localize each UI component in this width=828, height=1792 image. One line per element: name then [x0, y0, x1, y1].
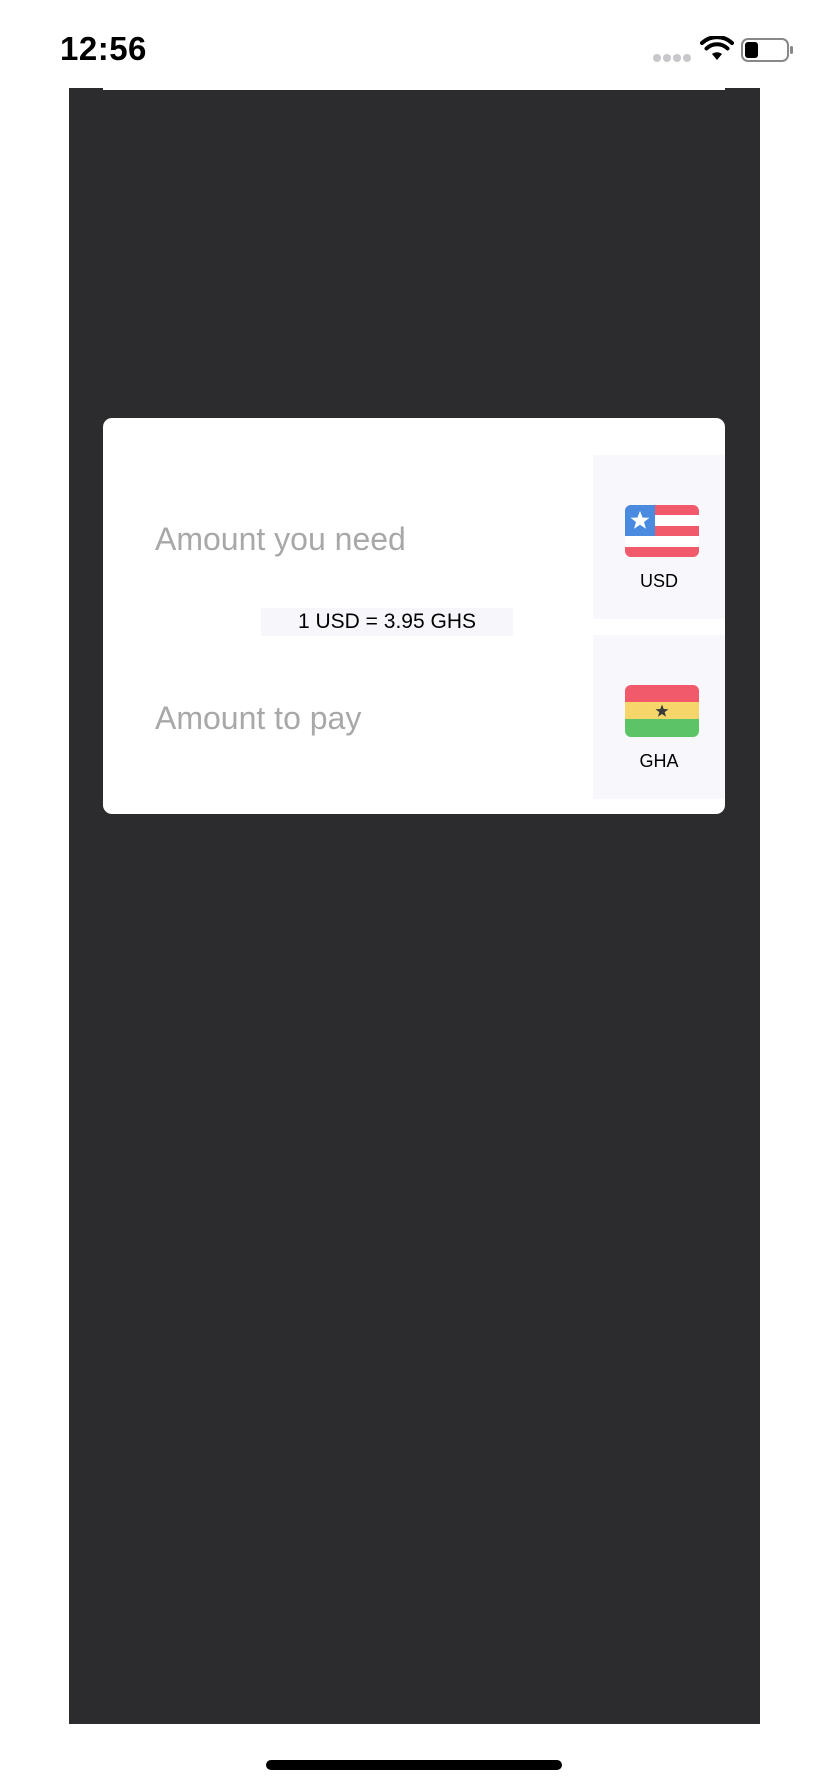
amount-to-pay-input[interactable] [155, 694, 575, 742]
to-currency-code: GHA [639, 751, 679, 771]
top-divider [103, 86, 725, 90]
exchange-rate-label: 1 USD = 3.95 GHS [261, 608, 513, 636]
modal-backdrop [69, 88, 760, 1724]
battery-icon [741, 38, 793, 62]
us-flag-icon [625, 505, 699, 557]
wifi-icon [700, 36, 734, 60]
status-bar: 12:56 [0, 0, 828, 88]
cellular-signal-icon [653, 54, 691, 62]
amount-you-need-input[interactable] [155, 515, 575, 563]
to-currency-button[interactable]: GHA [593, 635, 725, 799]
home-indicator[interactable] [266, 1760, 562, 1770]
status-time: 12:56 [60, 30, 147, 67]
screen: 12:56 1 USD = 3.95 GHS [0, 0, 828, 1792]
from-currency-button[interactable]: USD [593, 455, 725, 619]
from-currency-code: USD [639, 571, 678, 591]
ghana-flag-icon [625, 685, 699, 737]
currency-converter-card: 1 USD = 3.95 GHS USD [103, 418, 725, 814]
